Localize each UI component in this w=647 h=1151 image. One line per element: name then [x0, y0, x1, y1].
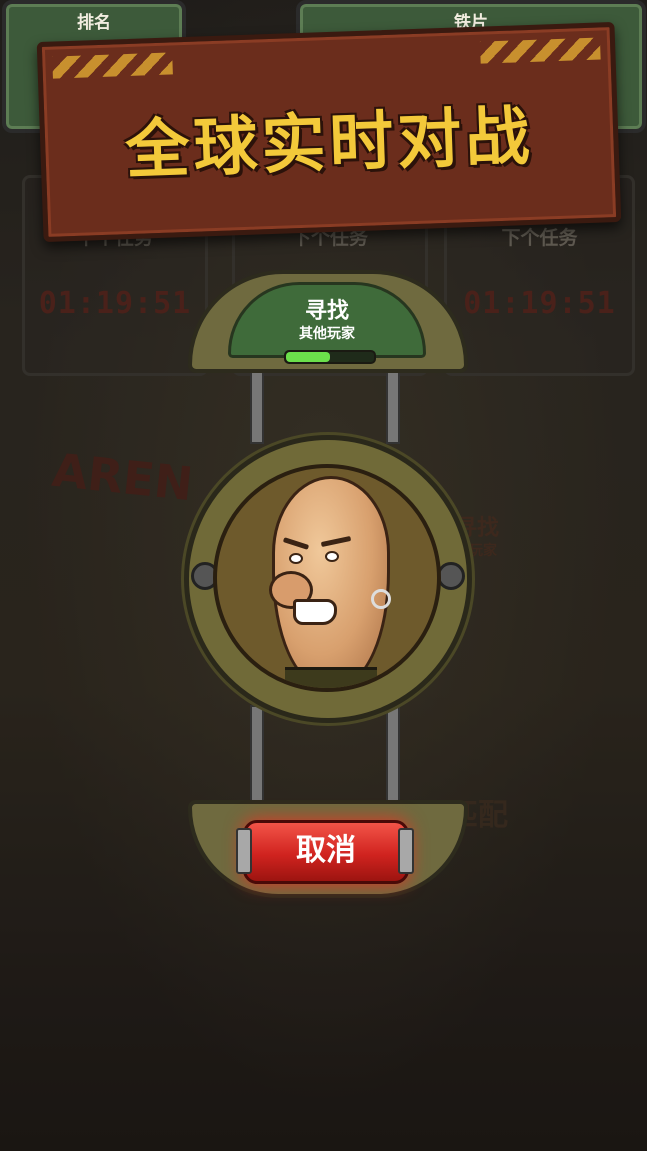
rank-label: 排名 — [77, 13, 111, 33]
cancel-button-label: 取消 — [296, 833, 356, 868]
cancel-button[interactable]: 取消 — [243, 820, 409, 884]
banner-title: 全球实时对战 — [124, 99, 535, 189]
earring-icon — [371, 589, 391, 609]
search-subtitle: 其他玩家 — [299, 326, 355, 342]
bolt-icon — [437, 562, 465, 590]
button-endcap — [398, 828, 414, 874]
button-endcap — [236, 828, 252, 874]
pipe — [386, 705, 400, 809]
search-progress-fill — [286, 352, 330, 362]
hazard-stripes — [52, 52, 173, 79]
opponent-portrait — [213, 464, 441, 692]
search-progress-bar — [284, 350, 376, 364]
hazard-stripes — [479, 37, 601, 64]
search-title: 寻找 — [304, 299, 349, 324]
search-status-cap: 寻找 其他玩家 — [188, 270, 468, 373]
bald-character-avatar — [269, 476, 391, 688]
pipe — [250, 705, 264, 809]
opponent-portrait-frame — [184, 435, 472, 723]
title-banner: 全球实时对战 — [36, 21, 622, 243]
search-label-plate: 寻找 其他玩家 — [228, 282, 426, 358]
